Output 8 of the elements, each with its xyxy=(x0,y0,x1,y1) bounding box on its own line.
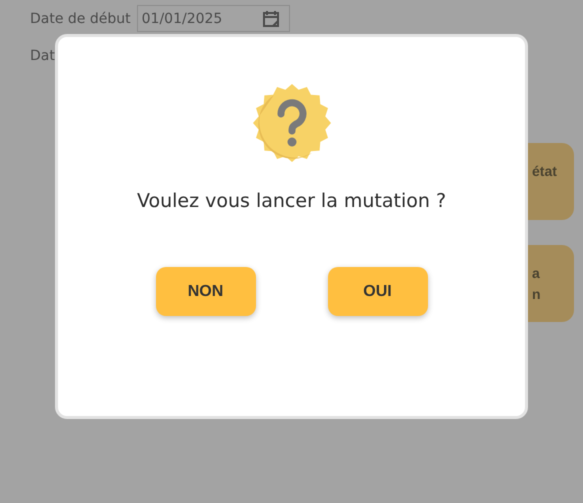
calendar-icon[interactable] xyxy=(260,8,281,28)
field-label: Date de début xyxy=(30,10,131,26)
dialog-button[interactable]: NON xyxy=(156,267,256,316)
field-label: Dat xyxy=(30,48,55,64)
dialog-message: Voulez vous lancer la mutation ? xyxy=(136,190,446,212)
dialog-button[interactable]: OUI xyxy=(328,267,428,316)
date-field[interactable]: 01/01/2025 xyxy=(136,5,290,32)
question-badge-icon xyxy=(252,83,332,163)
